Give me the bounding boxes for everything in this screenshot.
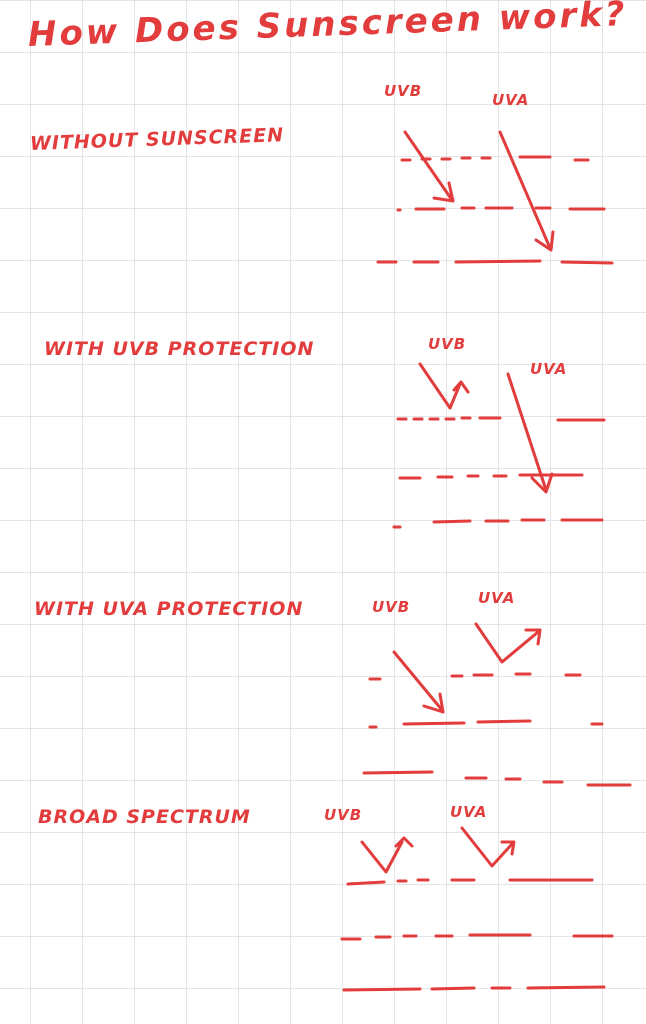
skin-layer-bottom [342,985,606,992]
skin-layers-broad-spectrum [340,878,614,992]
section-label-with-uva-protection: WITH UVA PROTECTION [34,598,304,620]
skin-layer-middle [340,933,614,941]
uvb-arrow-reflected [418,362,470,410]
skin-layer-top [346,878,594,886]
uva-arrow-reflected [474,622,542,664]
skin-layer-top [396,416,606,422]
uva-label: UVA [530,360,568,378]
page-title: How Does Sunscreen work? [27,0,629,55]
diagram-drawing [340,130,632,992]
uvb-arrow-penetrates-to-middle [392,650,445,714]
skin-layer-bottom [376,259,614,265]
uvb-label: UVB [428,335,467,353]
skin-layer-middle [398,473,584,480]
section-label-without-sunscreen: WITHOUT SUNSCREEN [29,124,285,155]
uva-arrow-penetrates-to-middle [506,372,554,494]
uvb-arrow-reflected [360,836,414,874]
uvb-label: UVB [372,598,411,616]
skin-layers-without-sunscreen [376,155,614,265]
uvb-label: UVB [384,82,423,100]
skin-layer-bottom [392,518,604,529]
skin-layers-with-uva-protection [362,672,632,787]
uva-label: UVA [450,803,488,821]
uvb-arrow-penetrates-to-middle [403,130,455,203]
uvb-label: UVB [324,806,363,824]
uva-label: UVA [492,91,530,109]
skin-layers-with-uvb-protection [392,416,606,529]
section-label-broad-spectrum: BROAD SPECTRUM [38,806,251,828]
uva-arrow-reflected [460,826,516,868]
uva-arrow-penetrates-to-bottom [498,130,555,252]
skin-layer-middle [396,206,606,212]
skin-layer-top [368,672,582,681]
skin-layer-top [400,155,590,162]
uva-label: UVA [478,589,516,607]
skin-layer-middle [368,719,604,729]
skin-layer-bottom [362,770,632,787]
diagram-canvas: How Does Sunscreen work? WITHOUT SUNSCRE… [0,0,646,1024]
section-label-with-uvb-protection: WITH UVB PROTECTION [44,338,315,360]
